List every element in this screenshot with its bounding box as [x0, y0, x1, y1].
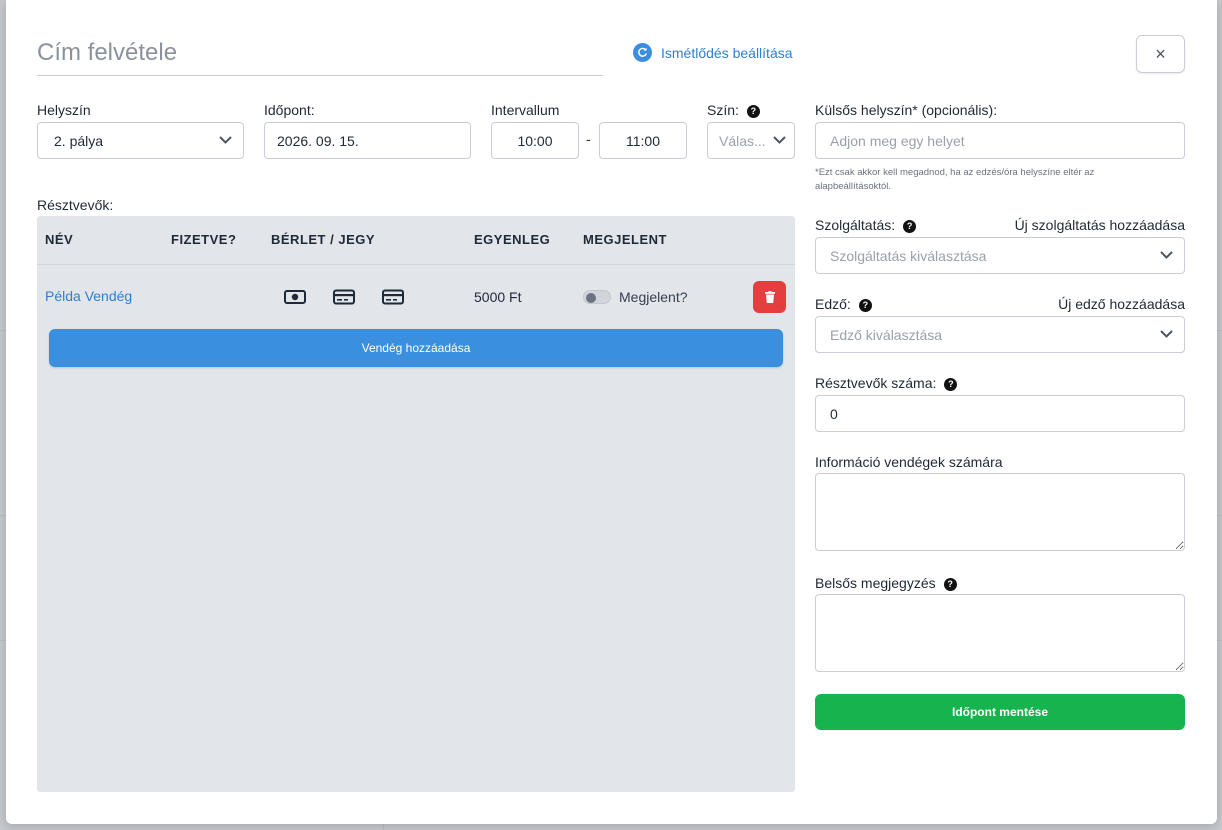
close-button[interactable]: ×	[1136, 35, 1185, 73]
appointment-modal: Ismétlődés beállítása × Helyszín 2. pály…	[6, 0, 1217, 824]
date-field[interactable]: 2026. 09. 15.	[264, 122, 471, 159]
guest-name-link[interactable]: Példa Vendég	[45, 288, 132, 304]
external-location-input[interactable]: Adjon meg egy helyet	[815, 122, 1185, 159]
column-header-attended: MEGJELENT	[583, 232, 667, 247]
date-value: 2026. 09. 15.	[277, 132, 359, 149]
credit-card-icon[interactable]	[333, 289, 355, 305]
add-guest-button[interactable]: Vendég hozzáadása	[49, 329, 783, 367]
internal-note-label: Belsős megjegyzés	[815, 575, 936, 591]
internal-note-textarea[interactable]	[815, 594, 1185, 672]
service-label: Szolgáltatás:	[815, 217, 896, 233]
trainer-select[interactable]: Edző kiválasztása	[815, 316, 1185, 353]
trainer-placeholder: Edző kiválasztása	[830, 326, 943, 343]
guest-info-textarea[interactable]	[815, 473, 1185, 551]
interval-end-field[interactable]: 11:00	[599, 122, 687, 159]
internal-note-label-wrap: Belsős megjegyzés?	[815, 575, 957, 591]
chevron-down-icon	[219, 135, 232, 144]
external-location-hint: *Ezt csak akkor kell megadnod, ha az edz…	[815, 167, 1095, 192]
save-appointment-button[interactable]: Időpont mentése	[815, 694, 1185, 730]
chevron-down-icon	[1160, 250, 1173, 259]
column-header-pass: BÉRLET / JEGY	[271, 232, 376, 247]
row-divider	[37, 264, 795, 265]
repeat-settings-link[interactable]: Ismétlődés beállítása	[633, 43, 793, 62]
interval-start-field[interactable]: 10:00	[491, 122, 579, 159]
trainer-label-wrap: Edző:?	[815, 296, 872, 312]
trash-icon	[764, 291, 775, 303]
interval-label: Intervallum	[491, 102, 560, 118]
location-value: 2. pálya	[54, 132, 104, 149]
repeat-settings-label: Ismétlődés beállítása	[661, 44, 793, 61]
participants-label: Résztvevők:	[37, 197, 114, 213]
close-icon: ×	[1155, 43, 1166, 64]
chevron-down-icon	[1160, 329, 1173, 338]
service-placeholder: Szolgáltatás kiválasztása	[830, 247, 987, 264]
guest-info-label: Információ vendégek számára	[815, 454, 1003, 470]
question-circle-icon[interactable]: ?	[746, 104, 760, 118]
add-trainer-link[interactable]: Új edző hozzáadása	[906, 296, 1185, 312]
attended-toggle-label: Megjelent?	[619, 289, 688, 305]
attended-toggle[interactable]	[583, 290, 611, 304]
refresh-icon	[633, 43, 652, 62]
add-service-link[interactable]: Új szolgáltatás hozzáadása	[906, 217, 1185, 233]
service-label-wrap: Szolgáltatás:?	[815, 217, 917, 233]
participant-count-input[interactable]: 0	[815, 395, 1185, 432]
toggle-knob	[586, 293, 596, 303]
cash-icon[interactable]	[284, 289, 306, 305]
interval-end-value: 11:00	[626, 132, 660, 149]
chevron-down-icon	[773, 135, 786, 144]
participants-table: NÉV FIZETVE? BÉRLET / JEGY EGYENLEG MEGJ…	[37, 216, 795, 792]
question-circle-icon[interactable]: ?	[944, 377, 958, 391]
column-header-name: NÉV	[45, 232, 74, 247]
color-label-wrap: Szín:?	[707, 102, 760, 118]
participant-count-value: 0	[830, 405, 838, 422]
trainer-label: Edző:	[815, 296, 851, 312]
interval-start-value: 10:00	[517, 132, 553, 149]
column-header-paid: FIZETVE?	[171, 232, 237, 247]
color-select[interactable]: Válas...	[707, 122, 795, 159]
participant-count-label: Résztvevők száma:	[815, 375, 937, 391]
title-input[interactable]	[37, 30, 603, 76]
color-label: Szín:	[707, 102, 739, 118]
column-header-balance: EGYENLEG	[474, 232, 551, 247]
question-circle-icon[interactable]: ?	[943, 577, 957, 591]
color-placeholder: Válas...	[719, 132, 766, 149]
credit-card-icon[interactable]	[382, 289, 404, 305]
location-label: Helyszín	[37, 102, 91, 118]
participant-count-label-wrap: Résztvevők száma:?	[815, 375, 958, 391]
guest-balance: 5000 Ft	[474, 289, 522, 305]
question-circle-icon[interactable]: ?	[858, 298, 872, 312]
date-label: Időpont:	[264, 102, 315, 118]
external-location-label: Külsős helyszín* (opcionális):	[815, 102, 998, 118]
external-location-placeholder: Adjon meg egy helyet	[830, 132, 965, 149]
location-select[interactable]: 2. pálya	[37, 122, 244, 159]
interval-separator: -	[586, 131, 591, 147]
delete-guest-button[interactable]	[753, 281, 786, 313]
service-select[interactable]: Szolgáltatás kiválasztása	[815, 237, 1185, 274]
